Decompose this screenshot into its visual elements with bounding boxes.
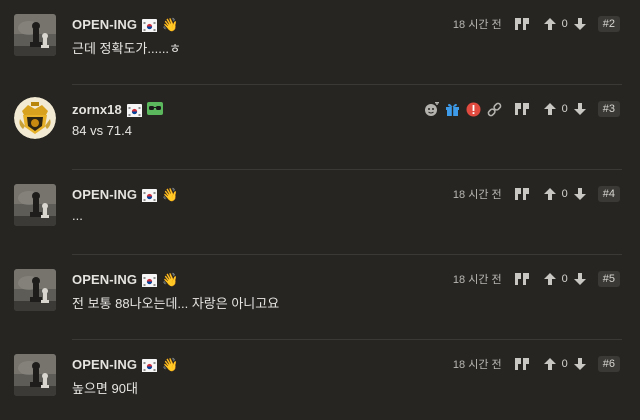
korea-flag-icon <box>126 103 142 117</box>
comment-thread: OPEN-ING 👋 근데 정확도가......ㅎ 18 시간 전 0 #2 z… <box>0 0 640 420</box>
post-number[interactable]: #6 <box>597 356 620 372</box>
downvote-icon[interactable] <box>572 271 588 287</box>
timestamp: 18 시간 전 <box>452 19 502 31</box>
waving-hand-icon: 👋 <box>162 16 179 32</box>
waving-hand-icon: 👋 <box>162 186 179 202</box>
add-reaction-icon[interactable] <box>424 101 439 117</box>
downvote-icon[interactable] <box>572 186 588 202</box>
quote-icon[interactable] <box>514 186 530 202</box>
avatar[interactable] <box>14 97 56 139</box>
avatar[interactable] <box>14 354 56 396</box>
username[interactable]: OPEN-ING <box>72 357 137 372</box>
avatar[interactable] <box>14 184 56 226</box>
comment-text: 84 vs 71.4 <box>72 123 132 138</box>
comment-post: OPEN-ING 👋 높으면 90대 18 시간 전 0 #6 <box>0 340 640 420</box>
upvote-icon[interactable] <box>542 101 558 117</box>
link-icon[interactable] <box>487 102 502 117</box>
waving-hand-icon: 👋 <box>162 271 179 287</box>
downvote-icon[interactable] <box>572 356 588 372</box>
korea-flag-icon <box>142 18 158 32</box>
quote-icon[interactable] <box>514 101 530 117</box>
username[interactable]: zornx18 <box>72 102 122 117</box>
upvote-icon[interactable] <box>542 356 558 372</box>
avatar[interactable] <box>14 269 56 311</box>
sunglasses-badge-icon <box>146 101 163 117</box>
comment-text: 근데 정확도가......ㅎ <box>72 41 182 56</box>
waving-hand-icon: 👋 <box>162 356 179 372</box>
comment-post: zornx18 84 vs 71.4 0 #3 <box>0 85 640 170</box>
post-number[interactable]: #2 <box>597 16 620 32</box>
post-number[interactable]: #5 <box>597 271 620 287</box>
comment-post: OPEN-ING 👋 근데 정확도가......ㅎ 18 시간 전 0 #2 <box>0 0 640 85</box>
upvote-icon[interactable] <box>542 271 558 287</box>
quote-icon[interactable] <box>514 271 530 287</box>
gift-icon[interactable] <box>445 102 460 117</box>
post-number[interactable]: #3 <box>597 101 620 117</box>
timestamp: 18 시간 전 <box>452 189 502 201</box>
korea-flag-icon <box>142 273 158 287</box>
downvote-icon[interactable] <box>572 16 588 32</box>
timestamp: 18 시간 전 <box>452 359 502 371</box>
vote-count: 0 <box>561 358 568 370</box>
quote-icon[interactable] <box>514 16 530 32</box>
comment-text: ... <box>72 208 83 223</box>
vote-count: 0 <box>561 18 568 30</box>
comment-post: OPEN-ING 👋 전 보통 88나오는데... 자랑은 아니고요 18 시간… <box>0 255 640 340</box>
quote-icon[interactable] <box>514 356 530 372</box>
timestamp: 18 시간 전 <box>452 274 502 286</box>
korea-flag-icon <box>142 188 158 202</box>
vote-count: 0 <box>561 188 568 200</box>
korea-flag-icon <box>142 358 158 372</box>
comment-text: 전 보통 88나오는데... 자랑은 아니고요 <box>72 296 280 311</box>
comment-text: 높으면 90대 <box>72 381 138 396</box>
post-number[interactable]: #4 <box>597 186 620 202</box>
report-icon[interactable] <box>466 102 481 117</box>
upvote-icon[interactable] <box>542 16 558 32</box>
vote-count: 0 <box>561 273 568 285</box>
avatar[interactable] <box>14 14 56 56</box>
username[interactable]: OPEN-ING <box>72 187 137 202</box>
username[interactable]: OPEN-ING <box>72 17 137 32</box>
downvote-icon[interactable] <box>572 101 588 117</box>
comment-post: OPEN-ING 👋 ... 18 시간 전 0 #4 <box>0 170 640 255</box>
vote-count: 0 <box>561 103 568 115</box>
username[interactable]: OPEN-ING <box>72 272 137 287</box>
upvote-icon[interactable] <box>542 186 558 202</box>
